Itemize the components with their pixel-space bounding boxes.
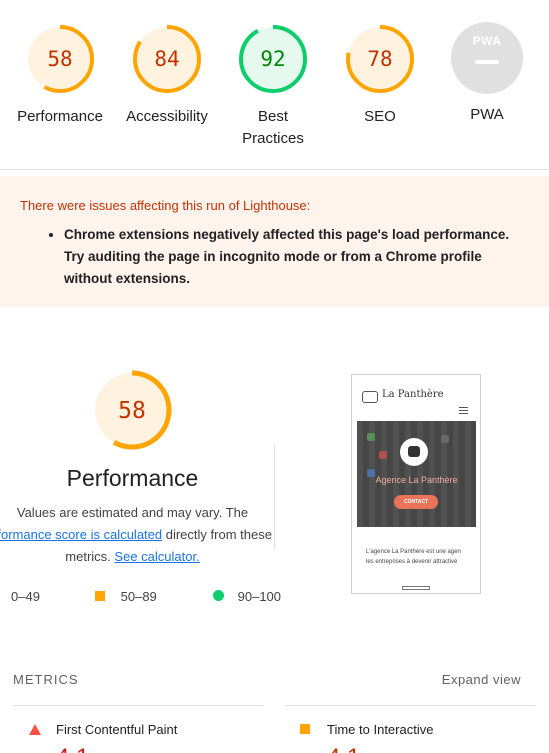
metric-value: 4.1: [327, 744, 360, 753]
performance-title: Performance: [66, 465, 199, 491]
metrics-heading: METRICS: [13, 672, 79, 687]
legend-range: 0–49: [11, 589, 40, 604]
gauge-label: Accessibility: [126, 108, 208, 125]
gauge-ring: 78: [346, 25, 414, 93]
thumb-paragraph: L'agence La Panthère est une agen les en…: [366, 547, 480, 567]
thumb-hero-title: Agence La Panthère: [375, 475, 458, 485]
thumb-para-line: les entreprises à devenir attractive: [366, 559, 458, 565]
legend-fail: 0–49: [11, 589, 40, 604]
legend-average: 50–89: [95, 589, 157, 604]
legend-range: 90–100: [237, 589, 282, 604]
desc-text: Values are estimated and may vary. The: [16, 505, 249, 520]
thumb-footer: [402, 586, 430, 590]
thumb-contact-button: CONTACT: [394, 495, 438, 509]
hamburger-menu-icon: [459, 407, 468, 414]
legend-range: 50–89: [120, 589, 157, 604]
score-gauges: 58 Performance 84 Accessibility 92 Best …: [0, 0, 549, 170]
run-warning-box: There were issues affecting this run of …: [0, 176, 549, 307]
legend-pass: 90–100: [213, 589, 281, 604]
gauge-score-value: 92: [260, 47, 285, 71]
app-icon: [379, 451, 387, 459]
divider: [13, 705, 263, 706]
warning-heading: There were issues affecting this run of …: [20, 198, 311, 213]
thumb-para-line: L'agence La Panthère est une agen: [366, 549, 461, 555]
warning-list: Chrome extensions negatively affected th…: [20, 224, 529, 290]
metric-name: Time to Interactive: [327, 722, 434, 737]
triangle-icon: [29, 724, 41, 735]
square-icon: [95, 591, 105, 601]
desc-text: directly from these: [162, 527, 272, 542]
gauge-ring: 84: [133, 25, 201, 93]
performance-score-value: 58: [118, 398, 146, 424]
gauge-ring: 92: [239, 25, 307, 93]
pwa-badge-icon: PWA: [451, 22, 523, 94]
gauge-score-value: 58: [47, 47, 72, 71]
gauge-best-practices[interactable]: 92 Best Practices: [218, 22, 328, 150]
divider: [274, 445, 275, 550]
gauge-label: Best Practices: [242, 108, 304, 147]
score-calculated-link[interactable]: rformance score is calculated: [0, 527, 162, 542]
gauge-ring: 58: [26, 25, 94, 93]
metric-name: First Contentful Paint: [56, 722, 178, 737]
gauge-label: PWA: [470, 106, 504, 123]
pwa-dash: [475, 60, 499, 64]
panther-badge-icon: [400, 438, 428, 466]
warning-item: Chrome extensions negatively affected th…: [64, 224, 529, 290]
gauge-accessibility[interactable]: 84 Accessibility: [112, 22, 222, 128]
panther-logo-icon: [362, 391, 378, 403]
gauge-label: SEO: [364, 108, 396, 125]
pwa-badge-text: PWA: [472, 34, 502, 48]
app-icon: [441, 435, 449, 443]
gauge-score-value: 84: [154, 47, 179, 71]
gauge-seo[interactable]: 78 SEO: [325, 22, 435, 128]
see-calculator-link[interactable]: See calculator.: [114, 549, 199, 564]
performance-gauge: 58: [92, 370, 172, 450]
app-icon: [367, 433, 375, 441]
gauge-score-value: 78: [367, 47, 392, 71]
circle-icon: [213, 590, 224, 601]
performance-description: Values are estimated and may vary. The r…: [0, 502, 305, 568]
final-screenshot-thumbnail[interactable]: La Panthère Agence La Panthère CONTACT L…: [351, 374, 481, 594]
divider: [285, 705, 535, 706]
gauge-label: Performance: [17, 108, 103, 125]
thumb-hero: Agence La Panthère CONTACT: [357, 421, 476, 527]
thumb-brand: La Panthère: [382, 389, 444, 400]
gauge-pwa[interactable]: PWA PWA: [432, 22, 542, 126]
square-icon: [300, 724, 310, 734]
expand-view-button[interactable]: Expand view: [442, 672, 521, 687]
desc-text: metrics.: [65, 549, 115, 564]
gauge-performance[interactable]: 58 Performance: [5, 22, 115, 128]
metric-value: 4.1: [56, 744, 89, 753]
